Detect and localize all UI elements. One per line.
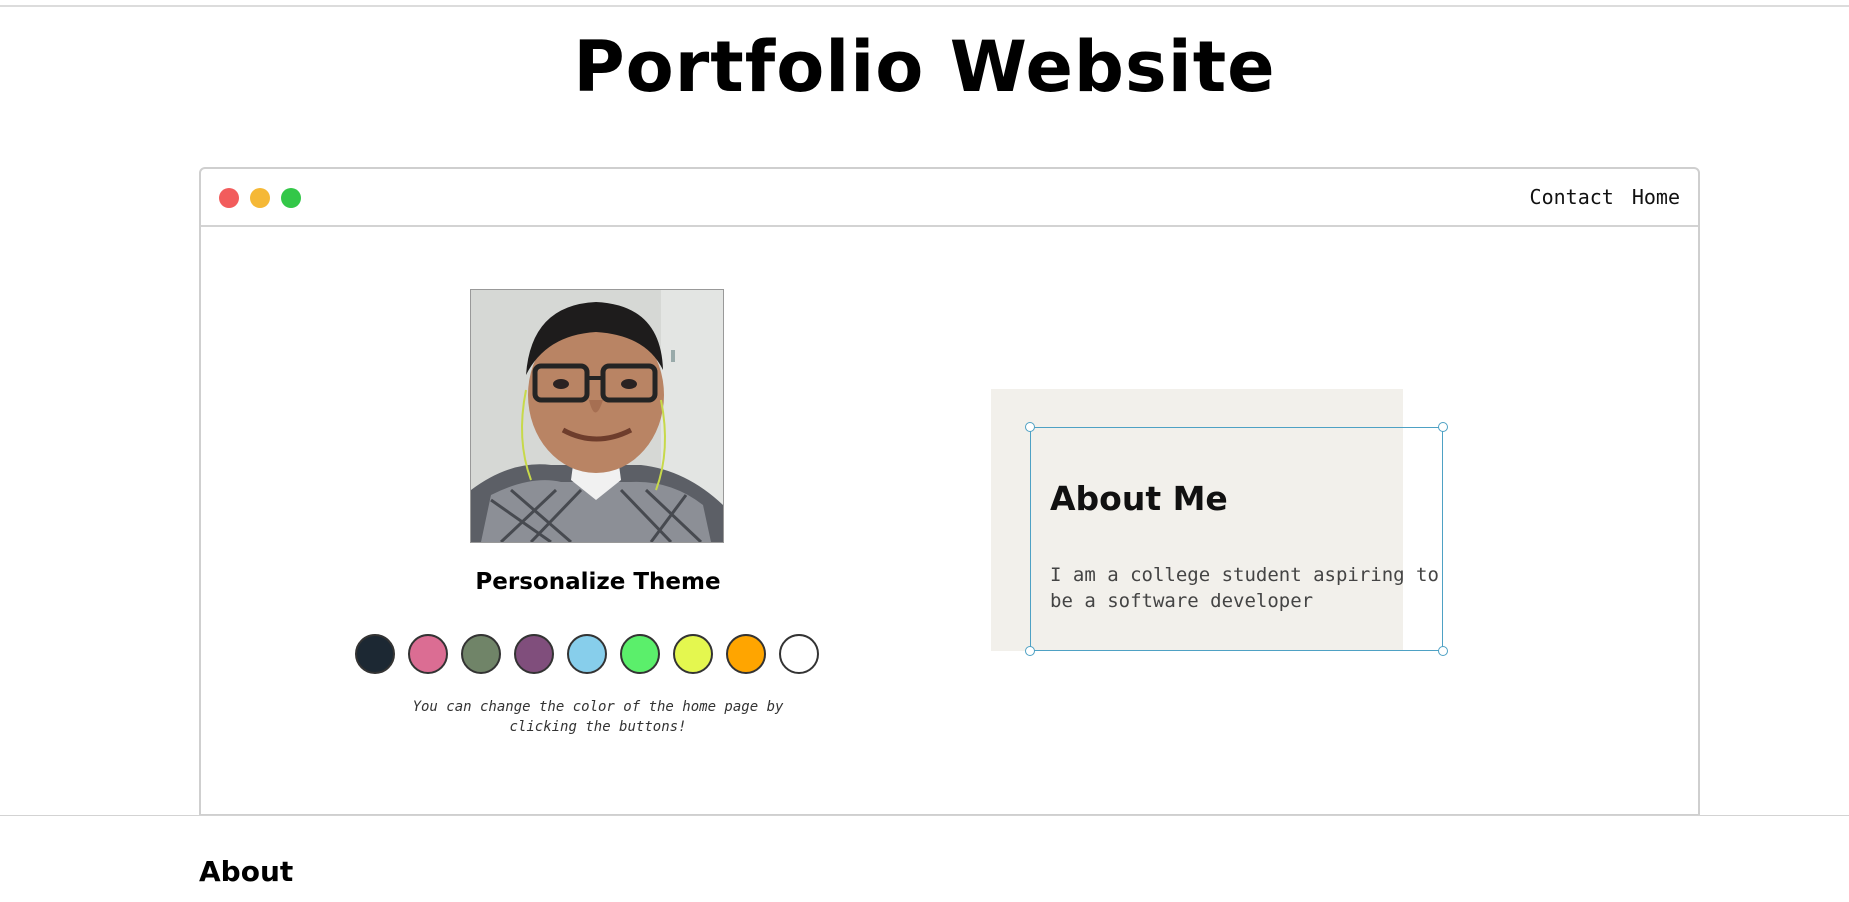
theme-color-button-sage[interactable] — [461, 634, 501, 674]
theme-color-button-lime[interactable] — [673, 634, 713, 674]
theme-color-button-dark[interactable] — [355, 634, 395, 674]
profile-photo-illustration — [471, 290, 723, 542]
resize-handle-bottom-left[interactable] — [1025, 646, 1035, 656]
close-window-dot-icon[interactable] — [219, 188, 239, 208]
window-nav: Contact Home — [1530, 185, 1680, 209]
about-section-heading: About — [199, 855, 294, 888]
theme-color-button-purple[interactable] — [514, 634, 554, 674]
about-me-heading: About Me — [1050, 479, 1228, 518]
theme-instructions: You can change the color of the home pag… — [412, 699, 784, 735]
theme-color-buttons — [355, 634, 819, 674]
nav-link-contact[interactable]: Contact — [1530, 185, 1614, 209]
theme-color-button-pink[interactable] — [408, 634, 448, 674]
nav-link-home[interactable]: Home — [1632, 185, 1680, 209]
theme-color-button-white[interactable] — [779, 634, 819, 674]
page-title: Portfolio Website — [573, 26, 1276, 108]
section-divider — [0, 815, 1849, 816]
personalize-theme-heading: Personalize Theme — [475, 569, 721, 595]
resize-handle-top-left[interactable] — [1025, 422, 1035, 432]
minimize-window-dot-icon[interactable] — [250, 188, 270, 208]
resize-handle-top-right[interactable] — [1438, 422, 1448, 432]
theme-color-button-orange[interactable] — [726, 634, 766, 674]
top-divider — [0, 0, 1849, 7]
theme-color-button-green[interactable] — [620, 634, 660, 674]
theme-color-button-sky[interactable] — [567, 634, 607, 674]
profile-photo — [470, 289, 724, 543]
maximize-window-dot-icon[interactable] — [281, 188, 301, 208]
about-card-selection-box[interactable] — [1025, 422, 1448, 656]
window-title-bar: Contact Home — [201, 169, 1698, 227]
browser-window-mockup: Contact Home Personalize Theme You can c… — [199, 167, 1700, 816]
about-me-text: I am a college student aspiring to be a … — [1050, 564, 1439, 612]
resize-handle-bottom-right[interactable] — [1438, 646, 1448, 656]
